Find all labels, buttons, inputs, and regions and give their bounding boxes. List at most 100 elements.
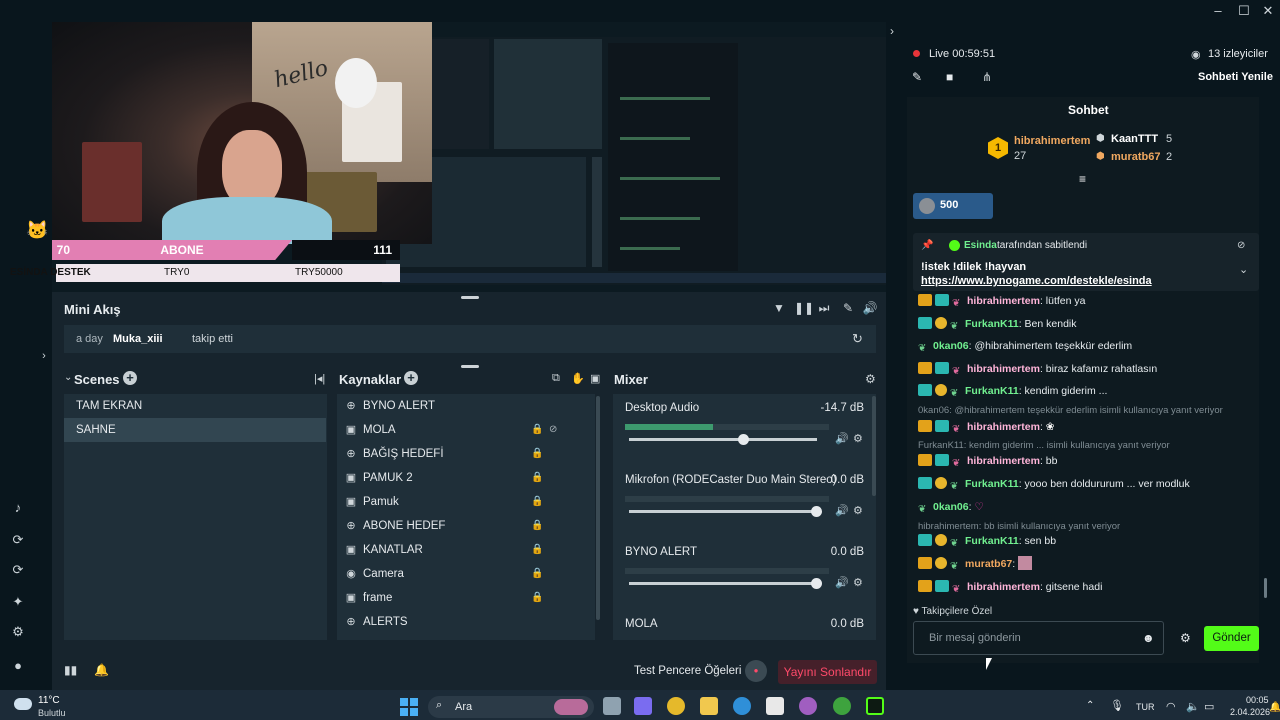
- notification-bell-icon[interactable]: 🔔: [94, 663, 109, 677]
- resize-grip-2[interactable]: [461, 365, 479, 368]
- speaker-icon[interactable]: 🔊: [835, 432, 849, 445]
- maximize-icon[interactable]: ☐: [1232, 3, 1256, 19]
- scene-collapse-icon[interactable]: |◂|: [314, 372, 325, 385]
- clock-date[interactable]: 2.04.2026: [1230, 707, 1270, 717]
- scene-item[interactable]: TAM EKRAN: [64, 394, 326, 418]
- copilot-icon[interactable]: [634, 697, 652, 715]
- chat-username[interactable]: FurkanK11: [965, 318, 1019, 330]
- source-item[interactable]: ▣ KANATLAR 🔒: [337, 538, 595, 562]
- lock-icon[interactable]: 🔒: [531, 562, 543, 586]
- streamlabs-icon[interactable]: [866, 697, 884, 715]
- source-item[interactable]: ▣ MOLA 🔒 ⊘: [337, 418, 595, 442]
- chat-username[interactable]: FurkanK11: [965, 535, 1019, 547]
- source-item[interactable]: ▣ PAMUK 2 🔒: [337, 466, 595, 490]
- chat-username[interactable]: FurkanK11: [965, 478, 1019, 490]
- pinned-link[interactable]: https://www.bynogame.com/destekle/esinda: [921, 275, 1152, 287]
- source-item[interactable]: ▣ frame 🔒: [337, 586, 595, 610]
- channel-settings-icon[interactable]: ⚙: [853, 432, 863, 445]
- volume-icon[interactable]: 🔊: [862, 300, 878, 316]
- chat-username[interactable]: hibrahimertem: [967, 295, 1040, 307]
- channel-settings-icon[interactable]: ⚙: [853, 576, 863, 589]
- skip-icon[interactable]: ⏭: [816, 300, 832, 316]
- add-source-icon[interactable]: +: [404, 371, 418, 385]
- mixer-scrollbar[interactable]: [872, 396, 876, 496]
- lock-icon[interactable]: 🔒: [531, 538, 543, 562]
- source-effect-icon[interactable]: ✋: [571, 372, 585, 385]
- chat-username[interactable]: FurkanK11: [965, 385, 1019, 397]
- camera-icon[interactable]: ■: [946, 70, 953, 84]
- chat-username[interactable]: 0kan06: [933, 340, 969, 352]
- eye-off-icon[interactable]: ⊘: [549, 418, 557, 442]
- mixer-settings-icon[interactable]: ⚙: [865, 372, 876, 386]
- volume-slider[interactable]: [629, 434, 817, 445]
- lock-icon[interactable]: 🔒: [531, 586, 543, 610]
- chat-username[interactable]: hibrahimertem: [967, 581, 1040, 593]
- chat-input[interactable]: Bir mesaj gönderin ☻: [913, 621, 1164, 655]
- store-icon[interactable]: [766, 697, 784, 715]
- leader-name[interactable]: hibrahimertem: [1014, 135, 1090, 147]
- add-folder-icon[interactable]: ▣: [590, 372, 600, 385]
- taskbar-search[interactable]: ⌕ Ara: [428, 696, 594, 718]
- clock-time[interactable]: 00:05: [1246, 695, 1269, 705]
- volume-knob[interactable]: [738, 434, 750, 445]
- leader-name[interactable]: muratb67: [1111, 151, 1161, 163]
- weather-temp[interactable]: 11°C: [38, 695, 60, 706]
- chat-settings-icon[interactable]: ⚙: [1180, 631, 1191, 645]
- chat-username[interactable]: hibrahimertem: [967, 455, 1040, 467]
- speaker-icon[interactable]: 🔈: [1186, 700, 1200, 713]
- test-widgets-icon[interactable]: ●: [745, 660, 767, 682]
- volume-knob[interactable]: [811, 506, 822, 517]
- share-icon[interactable]: ⋔: [982, 70, 992, 84]
- lock-icon[interactable]: 🔒: [531, 442, 543, 466]
- app-icon[interactable]: [799, 697, 817, 715]
- source-item[interactable]: ◉ Camera 🔒: [337, 562, 595, 586]
- replay-icon[interactable]: ↻: [852, 331, 863, 347]
- lock-icon[interactable]: 🔒: [531, 418, 543, 442]
- user-icon[interactable]: ●: [10, 658, 26, 674]
- send-button[interactable]: Gönder: [1204, 626, 1259, 651]
- chat-username[interactable]: hibrahimertem: [967, 421, 1040, 433]
- tray-chevron-icon[interactable]: ⌃: [1086, 700, 1094, 711]
- source-item[interactable]: ⊕ ABONE HEDEF 🔒: [337, 514, 595, 538]
- volume-slider[interactable]: [629, 578, 822, 589]
- app-link-icon[interactable]: ⟳: [10, 532, 26, 548]
- lock-icon[interactable]: 🔒: [531, 514, 543, 538]
- activity-user[interactable]: Muka_xiii: [113, 333, 163, 345]
- volume-knob[interactable]: [811, 578, 822, 589]
- minimize-icon[interactable]: –: [1206, 3, 1230, 19]
- emoji-icon[interactable]: ☻: [1142, 631, 1155, 645]
- windows-start-icon[interactable]: [400, 698, 418, 716]
- resize-grip[interactable]: [461, 296, 479, 299]
- leader-name[interactable]: KaanTTT: [1111, 133, 1158, 145]
- chat-username[interactable]: muratb67: [965, 558, 1012, 570]
- collapse-chevron-icon[interactable]: ⌄: [64, 372, 72, 383]
- chat-scrollbar[interactable]: [1264, 578, 1267, 598]
- pause-icon[interactable]: ❚❚: [794, 300, 814, 316]
- sparkle-icon[interactable]: ✦: [10, 594, 26, 610]
- sources-scrollbar[interactable]: [596, 396, 600, 620]
- speaker-icon[interactable]: 🔊: [835, 504, 849, 517]
- microphone-icon[interactable]: 🎙: [1110, 699, 1124, 712]
- wifi-icon[interactable]: ◠: [1166, 700, 1176, 713]
- channel-settings-icon[interactable]: ⚙: [853, 504, 863, 517]
- gift-card[interactable]: 500: [913, 193, 993, 219]
- source-tool-icon[interactable]: ⧉: [552, 372, 560, 385]
- lock-icon[interactable]: 🔒: [531, 490, 543, 514]
- add-scene-icon[interactable]: +: [123, 371, 137, 385]
- expand-chevron-icon[interactable]: ›: [36, 348, 52, 364]
- source-item[interactable]: ⊕ BAĞIŞ HEDEFİ 🔒: [337, 442, 595, 466]
- scene-item-selected[interactable]: SAHNE: [64, 418, 326, 442]
- task-view-icon[interactable]: [603, 697, 621, 715]
- stats-icon[interactable]: ▮▮: [64, 663, 77, 677]
- notification-icon[interactable]: 🔔: [1269, 702, 1280, 713]
- settings-icon[interactable]: ⚙: [10, 624, 26, 640]
- edge-icon[interactable]: [733, 697, 751, 715]
- xbox-icon[interactable]: [833, 697, 851, 715]
- lock-icon[interactable]: 🔒: [531, 466, 543, 490]
- chat-username[interactable]: 0kan06: [933, 501, 969, 513]
- close-icon[interactable]: ✕: [1256, 3, 1280, 19]
- test-widgets-label[interactable]: Test Pencere Öğeleri: [634, 665, 741, 677]
- file-explorer-icon[interactable]: [700, 697, 718, 715]
- refresh-chat-button[interactable]: Sohbeti Yenile: [1198, 71, 1273, 83]
- tiktok-icon[interactable]: ♪: [10, 500, 26, 516]
